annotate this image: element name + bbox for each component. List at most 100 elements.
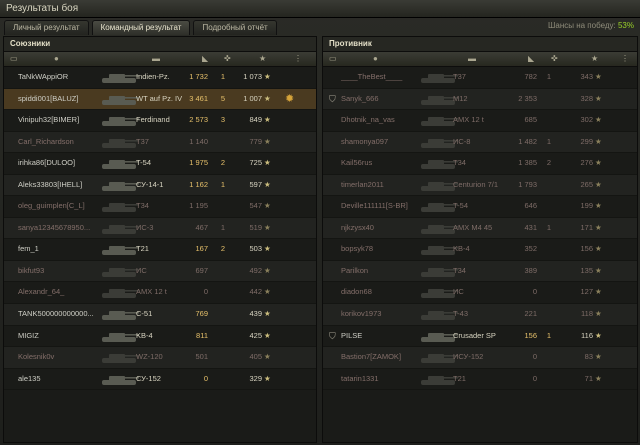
player-row[interactable]: TaNkWAppiOR Indien-Pz. 1 732 1 1 073 ★ [4,67,316,89]
damage-icon[interactable]: ◣ [528,54,534,63]
player-row[interactable]: tatarin1331 T21 0 71 ★ [323,369,637,391]
player-row[interactable]: njkzysx40 AMX M4 45 431 1 171 ★ [323,217,637,240]
tab-personal[interactable]: Личный результат [4,20,89,35]
player-row[interactable]: fem_1 T21 167 2 503 ★ [4,239,316,261]
xp-value: 547 [249,201,262,211]
tank-icon [100,221,140,236]
player-row[interactable]: Bastion7[ZAMOK] ИСУ-152 0 83 ★ [323,347,637,369]
star-icon: ★ [595,309,602,319]
enemies-column-header: ▭ ● ▬ ◣ ✜ ★ ⋮ [323,51,637,67]
tank-icon [100,264,140,279]
star-icon: ★ [264,309,271,319]
xp-value: 425 [249,330,262,340]
medal-icon[interactable]: ✹ [285,89,299,110]
tank-icon [100,199,140,214]
player-row[interactable]: Vinipuh32[BIMER] Ferdinand 2 573 3 849 ★ [4,110,316,132]
vehicle-icon[interactable]: ▬ [468,54,476,63]
damage-value: 1 195 [189,201,208,211]
tab-detailed[interactable]: Подробный отчёт [193,20,277,35]
star-icon: ★ [264,244,271,254]
vehicle-name: СУ-152 [136,373,161,383]
damage-value: 2 353 [518,93,537,103]
vehicle-icon[interactable]: ▬ [152,54,160,63]
allies-panel: Союзники ▭ ● ▬ ◣ ✜ ★ ⋮ TaNkWAppiOR Indien… [3,36,317,443]
player-row[interactable]: Dhotnik_na_vas AMX 12 t 685 302 ★ [323,110,637,132]
player-row[interactable]: Parilkon T34 389 135 ★ [323,260,637,283]
damage-value: 1 482 [518,136,537,146]
player-row[interactable]: oleg_guimplen[C_L] T34 1 195 547 ★ [4,196,316,218]
player-row[interactable]: TANK500000000000... C-51 769 439 ★ [4,304,316,326]
player-row[interactable]: MIGIZ KB-4 811 425 ★ [4,326,316,348]
player-row[interactable]: sanya12345678950... ИС-3 467 1 519 ★ [4,217,316,240]
allies-title: Союзники [4,37,316,51]
tank-icon [100,113,140,128]
more-icon[interactable]: ⋮ [294,54,302,63]
battle-results-window: Результаты боя Личный результат Командны… [0,0,640,445]
xp-value: 302 [580,115,593,125]
player-row[interactable]: irihka86[DULOO] T-54 1 975 2 725 ★ [4,153,316,175]
player-row[interactable]: ale135 СУ-152 0 329 ★ [4,369,316,391]
player-row[interactable]: spiddi001[BALUZ] WT auf Pz. IV 3 461 5 1 007… [4,88,316,111]
frags-icon[interactable]: ✜ [551,54,558,63]
player-row[interactable]: timerlan2011 Centurion 7/1 1 793 265 ★ [323,174,637,197]
win-chance-value: 53% [617,21,634,30]
vehicle-name: T37 [136,136,149,146]
win-chance-label: Шансы на победу: [548,21,616,30]
star-icon: ★ [264,330,271,340]
xp-value: 405 [249,352,262,362]
player-row[interactable]: shamonya097 ИС-8 1 482 1 299 ★ [323,131,637,154]
vehicle-name: AMX M4 45 [453,222,493,232]
vehicle-name: T-43 [453,309,469,319]
star-icon: ★ [595,287,602,297]
vehicle-name: СУ-14-1 [136,179,164,189]
player-row[interactable]: Kail56rus T34 1 385 2 276 ★ [323,153,637,175]
player-icon[interactable]: ● [54,54,59,63]
player-row[interactable]: bopsyk78 KB-4 352 156 ★ [323,239,637,261]
xp-value: 725 [249,158,262,168]
frags-value: 1 [546,222,552,232]
tank-icon [100,285,140,300]
damage-value: 0 [532,373,537,383]
damage-value: 1 385 [518,158,537,168]
frags-icon[interactable]: ✜ [224,54,231,63]
player-row[interactable]: Aleks33803[IHELL] СУ-14-1 1 162 1 597 ★ [4,174,316,197]
chat-icon[interactable]: ▭ [10,54,18,63]
xp-value: 519 [249,222,262,232]
player-row[interactable]: Alexandr_64_ AMX 12 t 0 442 ★ [4,282,316,305]
vehicle-name: ИСУ-152 [453,352,484,362]
player-row[interactable]: Deville111111[S-BR] T-54 646 199 ★ [323,196,637,218]
tank-icon [100,178,140,193]
vehicle-name: T34 [136,201,149,211]
chat-icon[interactable]: ▭ [329,54,337,63]
player-row[interactable]: diadon68 ИС 0 127 ★ [323,282,637,305]
star-icon[interactable]: ★ [591,54,598,63]
player-row[interactable]: Carl_Richardson T37 1 140 779 ★ [4,131,316,154]
star-icon: ★ [595,244,602,254]
enemies-list: ____TheBest____ T37 782 1 343 ★ ⛉ Sanyk_666 M12 2… [323,67,637,391]
player-row[interactable]: ⛉ PILSE Crusader SP 156 1 116 ★ [323,326,637,348]
player-row[interactable]: korikov1973 T-43 221 118 ★ [323,304,637,326]
damage-value: 431 [524,222,537,232]
star-icon: ★ [595,115,602,125]
player-row[interactable]: ____TheBest____ T37 782 1 343 ★ [323,67,637,89]
star-icon: ★ [595,93,602,103]
xp-value: 127 [580,287,593,297]
damage-value: 1 975 [189,158,208,168]
xp-value: 276 [580,158,593,168]
xp-value: 156 [580,244,593,254]
tab-team[interactable]: Командный результат [91,20,191,35]
vehicle-name: M12 [453,93,468,103]
more-icon[interactable]: ⋮ [621,54,629,63]
xp-value: 442 [249,287,262,297]
allies-column-header: ▭ ● ▬ ◣ ✜ ★ ⋮ [4,51,316,67]
player-row[interactable]: bikfut93 ИС 697 492 ★ [4,260,316,283]
star-icon[interactable]: ★ [259,54,266,63]
xp-value: 329 [249,373,262,383]
xp-value: 265 [580,179,593,189]
star-icon: ★ [595,222,602,232]
player-icon[interactable]: ● [373,54,378,63]
player-row[interactable]: ⛉ Sanyk_666 M12 2 353 328 ★ [323,88,637,111]
vehicle-name: T37 [453,72,466,81]
damage-icon[interactable]: ◣ [202,54,208,63]
player-row[interactable]: Kolesnik0v WZ-120 501 405 ★ [4,347,316,369]
